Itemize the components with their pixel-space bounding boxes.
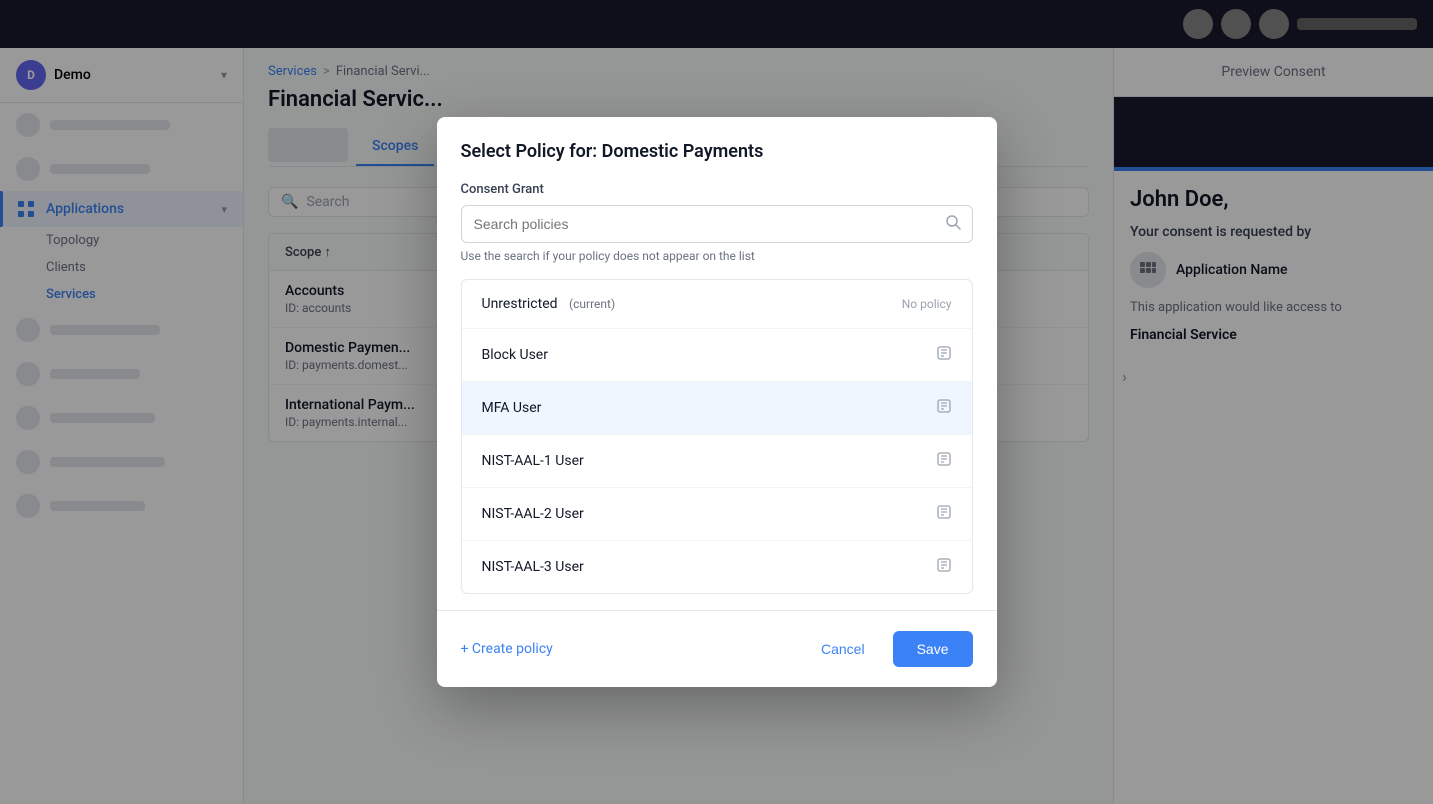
policy-badge: (current): [569, 297, 615, 311]
policy-item[interactable]: Block User: [462, 329, 972, 382]
policy-name: MFA User: [482, 400, 542, 416]
policy-item[interactable]: NIST-AAL-1 User: [462, 435, 972, 488]
edit-policy-icon[interactable]: [936, 451, 952, 471]
save-button[interactable]: Save: [893, 631, 973, 667]
cancel-button[interactable]: Cancel: [805, 631, 881, 667]
policy-item[interactable]: NIST-AAL-3 User: [462, 541, 972, 593]
create-policy-link[interactable]: + Create policy: [461, 641, 553, 657]
no-policy-label: No policy: [902, 297, 952, 311]
modal-footer: + Create policy Cancel Save: [437, 610, 997, 687]
select-policy-modal: Select Policy for: Domestic Payments Con…: [437, 117, 997, 687]
policy-name: NIST-AAL-3 User: [482, 559, 584, 575]
policy-search-input[interactable]: [461, 205, 973, 243]
policy-search-wrapper: [461, 205, 973, 243]
policy-name: Unrestricted (current): [482, 296, 616, 312]
edit-policy-icon[interactable]: [936, 398, 952, 418]
modal-overlay: Select Policy for: Domestic Payments Con…: [0, 0, 1433, 804]
search-hint: Use the search if your policy does not a…: [461, 249, 973, 263]
edit-policy-icon[interactable]: [936, 504, 952, 524]
modal-header: Select Policy for: Domestic Payments Con…: [437, 117, 997, 263]
policy-name: NIST-AAL-2 User: [482, 506, 584, 522]
policy-name: NIST-AAL-1 User: [482, 453, 584, 469]
footer-actions: Cancel Save: [805, 631, 973, 667]
policy-list: Unrestricted (current) No policy Block U…: [461, 279, 973, 594]
consent-grant-label: Consent Grant: [461, 182, 973, 197]
policy-name: Block User: [482, 347, 548, 363]
modal-title: Select Policy for: Domestic Payments: [461, 141, 973, 162]
edit-policy-icon[interactable]: [936, 557, 952, 577]
policy-item[interactable]: NIST-AAL-2 User: [462, 488, 972, 541]
edit-policy-icon[interactable]: [936, 345, 952, 365]
policy-item[interactable]: MFA User: [462, 382, 972, 435]
policy-item[interactable]: Unrestricted (current) No policy: [462, 280, 972, 329]
policy-search-icon: [945, 214, 961, 234]
